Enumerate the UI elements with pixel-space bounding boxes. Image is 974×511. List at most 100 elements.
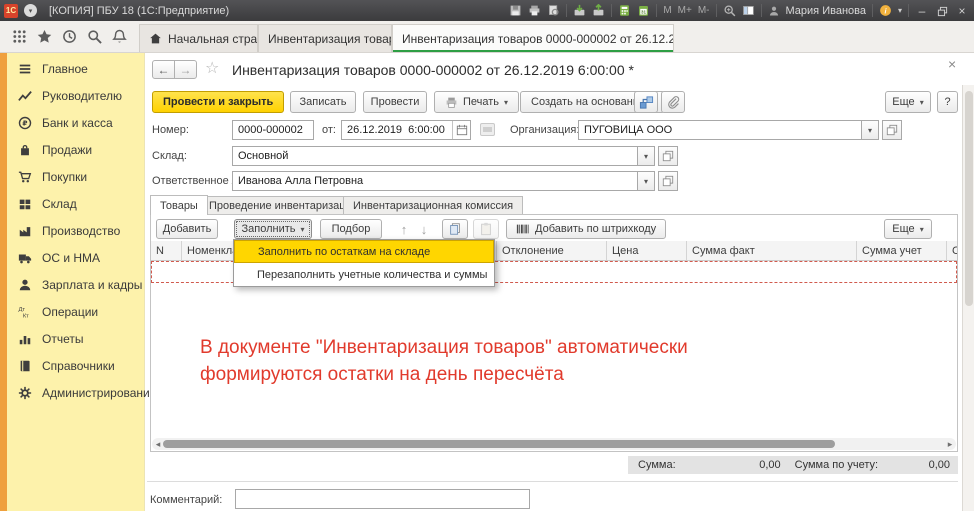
date-calendar-button[interactable]	[452, 121, 470, 139]
split-window-icon[interactable]	[742, 4, 755, 17]
sidebar-item-catalogs[interactable]: Справочники	[7, 352, 144, 379]
post-and-close-button[interactable]: Провести и закрыть	[152, 91, 284, 113]
history-icon[interactable]	[62, 29, 77, 44]
menu-item-refill-quantities[interactable]: Перезаполнить учетные количества и суммы	[234, 263, 494, 286]
scroll-left-icon[interactable]: ◂	[153, 438, 163, 450]
responsible-dropdown-button[interactable]: ▾	[637, 171, 655, 191]
zoom-icon[interactable]	[723, 4, 736, 17]
search-icon[interactable]	[87, 29, 102, 44]
add-by-barcode-button[interactable]: Добавить по штрихкоду	[506, 219, 666, 239]
memory-m-button[interactable]: M	[663, 5, 671, 16]
v-scrollbar-thumb[interactable]	[965, 91, 973, 306]
save-icon[interactable]	[509, 4, 522, 17]
sidebar-item-hr[interactable]: Зарплата и кадры	[7, 271, 144, 298]
org-input[interactable]: ПУГОВИЦА ООО	[578, 120, 862, 140]
column-sum-fact[interactable]: Сумма факт	[687, 241, 857, 261]
post-button[interactable]: Провести	[363, 91, 427, 113]
warehouse-icon	[18, 197, 32, 211]
help-button[interactable]: ?	[937, 91, 958, 113]
pick-button[interactable]: Подбор	[320, 219, 382, 239]
calculator-icon[interactable]	[618, 4, 631, 17]
sidebar-item-warehouse[interactable]: Склад	[7, 190, 144, 217]
titlebar-caret-icon[interactable]: ▾	[898, 6, 902, 15]
system-menu-button[interactable]: ▾	[24, 4, 37, 17]
print-preview-icon[interactable]	[547, 4, 560, 17]
org-dropdown-button[interactable]: ▾	[861, 120, 879, 140]
tab-inventory-commission[interactable]: Инвентаризационная комиссия	[343, 196, 523, 215]
sidebar-item-bank[interactable]: ₽Банк и касса	[7, 109, 144, 136]
tab-home[interactable]: Начальная страница	[139, 24, 258, 52]
sidebar-item-sales[interactable]: Продажи	[7, 136, 144, 163]
column-n[interactable]: N	[151, 241, 182, 261]
page-title: Инвентаризация товаров 0000-000002 от 26…	[232, 60, 634, 80]
user-name[interactable]: Мария Иванова	[786, 5, 866, 17]
calendar-icon[interactable]: 31	[637, 4, 650, 17]
print-button[interactable]: Печать▾	[434, 91, 519, 113]
factory-icon	[18, 224, 32, 238]
move-down-button[interactable]: ↓	[416, 220, 432, 240]
file-upload-icon[interactable]	[573, 4, 586, 17]
warehouse-dropdown-button[interactable]: ▾	[637, 146, 655, 166]
h-scrollbar-track[interactable]: ◂ ▸	[152, 438, 956, 450]
column-deviation[interactable]: Отклонение	[497, 241, 607, 261]
app-window: 1С ▾ [КОПИЯ] ПБУ 18 (1С:Предприятие) 31 …	[0, 0, 974, 511]
tab-inventory-list[interactable]: Инвентаризация товаров ×	[258, 24, 392, 52]
svg-text:Кт: Кт	[23, 313, 29, 318]
bag-icon	[18, 143, 32, 157]
number-input[interactable]: 0000-000002	[232, 120, 314, 140]
tab-goods[interactable]: Товары	[150, 195, 208, 215]
print-icon[interactable]	[528, 4, 541, 17]
menu-item-fill-by-stock[interactable]: Заполнить по остаткам на складе	[234, 240, 494, 263]
sidebar-item-administration[interactable]: Администрирование	[7, 379, 144, 406]
fill-button[interactable]: Заполнить▾	[234, 219, 312, 239]
minimize-button[interactable]: –	[915, 4, 929, 18]
copy-button[interactable]	[442, 219, 468, 239]
sidebar-item-reports[interactable]: Отчеты	[7, 325, 144, 352]
print-icon	[445, 96, 458, 109]
favorites-icon[interactable]	[37, 29, 52, 44]
grid-more-button[interactable]: Еще▾	[884, 219, 932, 239]
warehouse-input[interactable]: Основной	[232, 146, 638, 166]
info-icon[interactable]: i	[879, 4, 892, 17]
move-up-button[interactable]: ↑	[396, 220, 412, 240]
close-button[interactable]: ×	[955, 4, 969, 18]
notifications-icon[interactable]	[112, 29, 127, 44]
sidebar-item-manager[interactable]: Руководителю	[7, 82, 144, 109]
sidebar-item-operations[interactable]: ДтКтОперации	[7, 298, 144, 325]
apps-menu-icon[interactable]	[12, 29, 27, 44]
org-open-button[interactable]	[882, 120, 902, 140]
date-extra-icon[interactable]	[480, 123, 495, 136]
restore-button[interactable]	[935, 4, 949, 17]
responsible-open-button[interactable]	[658, 171, 678, 191]
memory-mminus-button[interactable]: M-	[698, 5, 710, 16]
scroll-right-icon[interactable]: ▸	[945, 438, 955, 450]
v-scrollbar-track[interactable]	[962, 85, 974, 511]
sidebar-item-os-nma[interactable]: ОС и НМА	[7, 244, 144, 271]
write-button[interactable]: Записать	[290, 91, 356, 113]
favorite-star-icon[interactable]: ☆	[205, 58, 219, 78]
memory-mplus-button[interactable]: M+	[678, 5, 692, 16]
add-button[interactable]: Добавить	[156, 219, 218, 239]
paste-button[interactable]	[473, 219, 499, 239]
back-button[interactable]: ←	[152, 60, 175, 79]
file-download-icon[interactable]	[592, 4, 605, 17]
attachments-button[interactable]	[661, 91, 685, 113]
related-documents-button[interactable]	[634, 91, 658, 113]
tab-home-label: Начальная страница	[168, 32, 258, 46]
sum-account-label: Сумма по учету:	[795, 459, 878, 471]
warehouse-open-button[interactable]	[658, 146, 678, 166]
column-account[interactable]: Счет учета	[947, 241, 957, 261]
more-button[interactable]: Еще▾	[885, 91, 931, 113]
doc-close-icon[interactable]: ×	[948, 56, 956, 72]
sidebar-item-purchases[interactable]: Покупки	[7, 163, 144, 190]
column-sum-account[interactable]: Сумма учет	[857, 241, 947, 261]
sidebar-item-production[interactable]: Производство	[7, 217, 144, 244]
paste-icon	[479, 222, 493, 236]
comment-input[interactable]	[235, 489, 530, 509]
tab-inventory-doc[interactable]: Инвентаризация товаров 0000-000002 от 26…	[392, 24, 674, 52]
sidebar-item-main[interactable]: Главное	[7, 55, 144, 82]
forward-button[interactable]: →	[174, 60, 197, 79]
column-price[interactable]: Цена	[607, 241, 687, 261]
h-scrollbar-thumb[interactable]	[163, 440, 835, 448]
responsible-input[interactable]: Иванова Алла Петровна	[232, 171, 638, 191]
